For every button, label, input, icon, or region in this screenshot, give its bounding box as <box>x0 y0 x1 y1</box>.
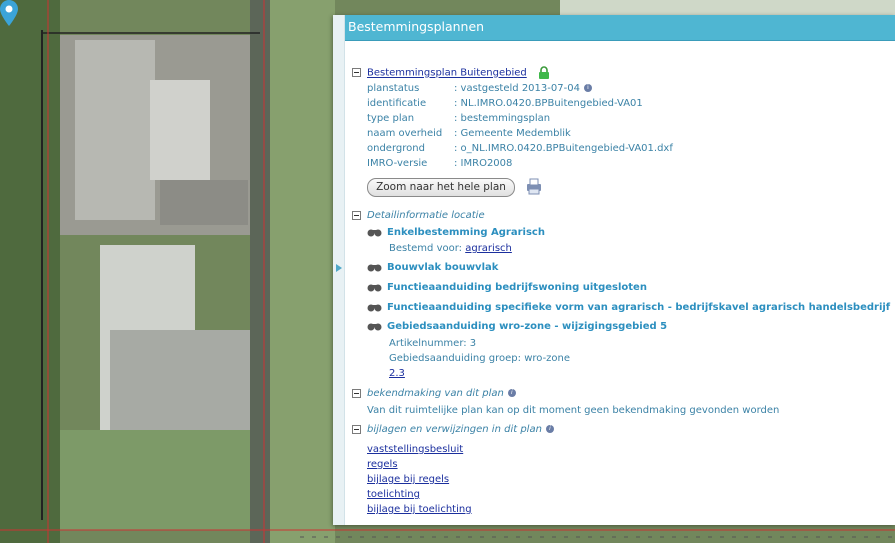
field-type-plan: type plan: bestemmingsplan <box>367 113 551 124</box>
plan-section-header: Bestemmingsplan Buitengebied <box>352 66 550 79</box>
bijlagen-section-header: bijlagen en verwijzingen in dit plan i <box>352 424 554 435</box>
bijlage-link[interactable]: bijlage bij toelichting <box>367 504 472 515</box>
zoom-plan-button[interactable]: Zoom naar het hele plan <box>367 178 515 197</box>
bijlage-link[interactable]: vaststellingsbesluit <box>367 444 463 455</box>
field-ondergrond: ondergrond: o_NL.IMRO.0420.BPBuitengebie… <box>367 143 673 154</box>
field-naam-overheid: naam overheid: Gemeente Medemblik <box>367 128 571 139</box>
bijlage-link-row: bijlage bij toelichting <box>367 504 472 515</box>
article-2-3-link[interactable]: 2.3 <box>389 368 405 379</box>
article-link-row: 2.3 <box>389 368 405 379</box>
bijlage-link[interactable]: bijlage bij regels <box>367 474 449 485</box>
bestemd-voor: Bestemd voor: agrarisch <box>389 243 512 254</box>
bijlage-link[interactable]: toelichting <box>367 489 420 500</box>
detail-item[interactable]: Gebiedsaanduiding wro-zone - wijzigingsg… <box>367 321 667 332</box>
collapse-toggle-icon[interactable] <box>352 210 361 220</box>
field-planstatus: planstatus: vastgesteld 2013-07-04 i <box>367 83 592 94</box>
lock-icon <box>538 66 549 79</box>
location-pin-icon[interactable] <box>0 0 18 26</box>
collapse-arrow-icon[interactable] <box>336 264 342 272</box>
info-icon[interactable]: i <box>507 389 516 397</box>
panel-body: Bestemmingsplan Buitengebied planstatus:… <box>344 54 895 525</box>
gebiedsaanduiding-groep: Gebiedsaanduiding groep: wro-zone <box>389 353 571 364</box>
detail-item[interactable]: Functieaanduiding specifieke vorm van ag… <box>367 302 890 313</box>
collapse-toggle-icon[interactable] <box>352 68 361 77</box>
collapse-toggle-icon[interactable] <box>352 388 361 398</box>
binoculars-icon <box>367 304 382 311</box>
bijlage-link-row: vaststellingsbesluit <box>367 444 463 455</box>
binoculars-icon <box>367 264 382 271</box>
info-panel: Bestemmingsplannen Bestemmingsplan Buite… <box>333 15 895 525</box>
bijlage-link-row: bijlage bij regels <box>367 474 449 485</box>
binoculars-icon <box>367 284 382 291</box>
bekendmaking-section-header: bekendmaking van dit plan i <box>352 388 516 399</box>
detail-item[interactable]: Enkelbestemming Agrarisch <box>367 227 545 238</box>
plan-name-link[interactable]: Bestemmingsplan Buitengebied <box>367 68 527 79</box>
binoculars-icon <box>367 229 382 236</box>
collapse-toggle-icon[interactable] <box>352 424 361 434</box>
panel-header: Bestemmingsplannen <box>344 15 895 41</box>
detail-item[interactable]: Bouwvlak bouwvlak <box>367 262 498 273</box>
detail-section-header: Detailinformatie locatie <box>352 210 485 221</box>
artikelnummer: Artikelnummer: 3 <box>389 338 477 349</box>
print-icon[interactable] <box>524 177 544 195</box>
field-identificatie: identificatie: NL.IMRO.0420.BPBuitengebi… <box>367 98 643 109</box>
panel-title: Bestemmingsplannen <box>348 19 485 34</box>
bijlage-link-row: regels <box>367 459 398 470</box>
binoculars-icon <box>367 323 382 330</box>
info-icon[interactable]: i <box>545 425 554 433</box>
detail-item[interactable]: Functieaanduiding bedrijfswoning uitgesl… <box>367 282 647 293</box>
info-icon[interactable]: i <box>583 84 592 92</box>
bekendmaking-text: Van dit ruimtelijke plan kan op dit mome… <box>367 405 780 416</box>
bijlage-link[interactable]: regels <box>367 459 398 470</box>
bijlage-link-row: toelichting <box>367 489 420 500</box>
field-imro-versie: IMRO-versie: IMRO2008 <box>367 158 513 169</box>
agrarisch-link[interactable]: agrarisch <box>465 243 512 254</box>
